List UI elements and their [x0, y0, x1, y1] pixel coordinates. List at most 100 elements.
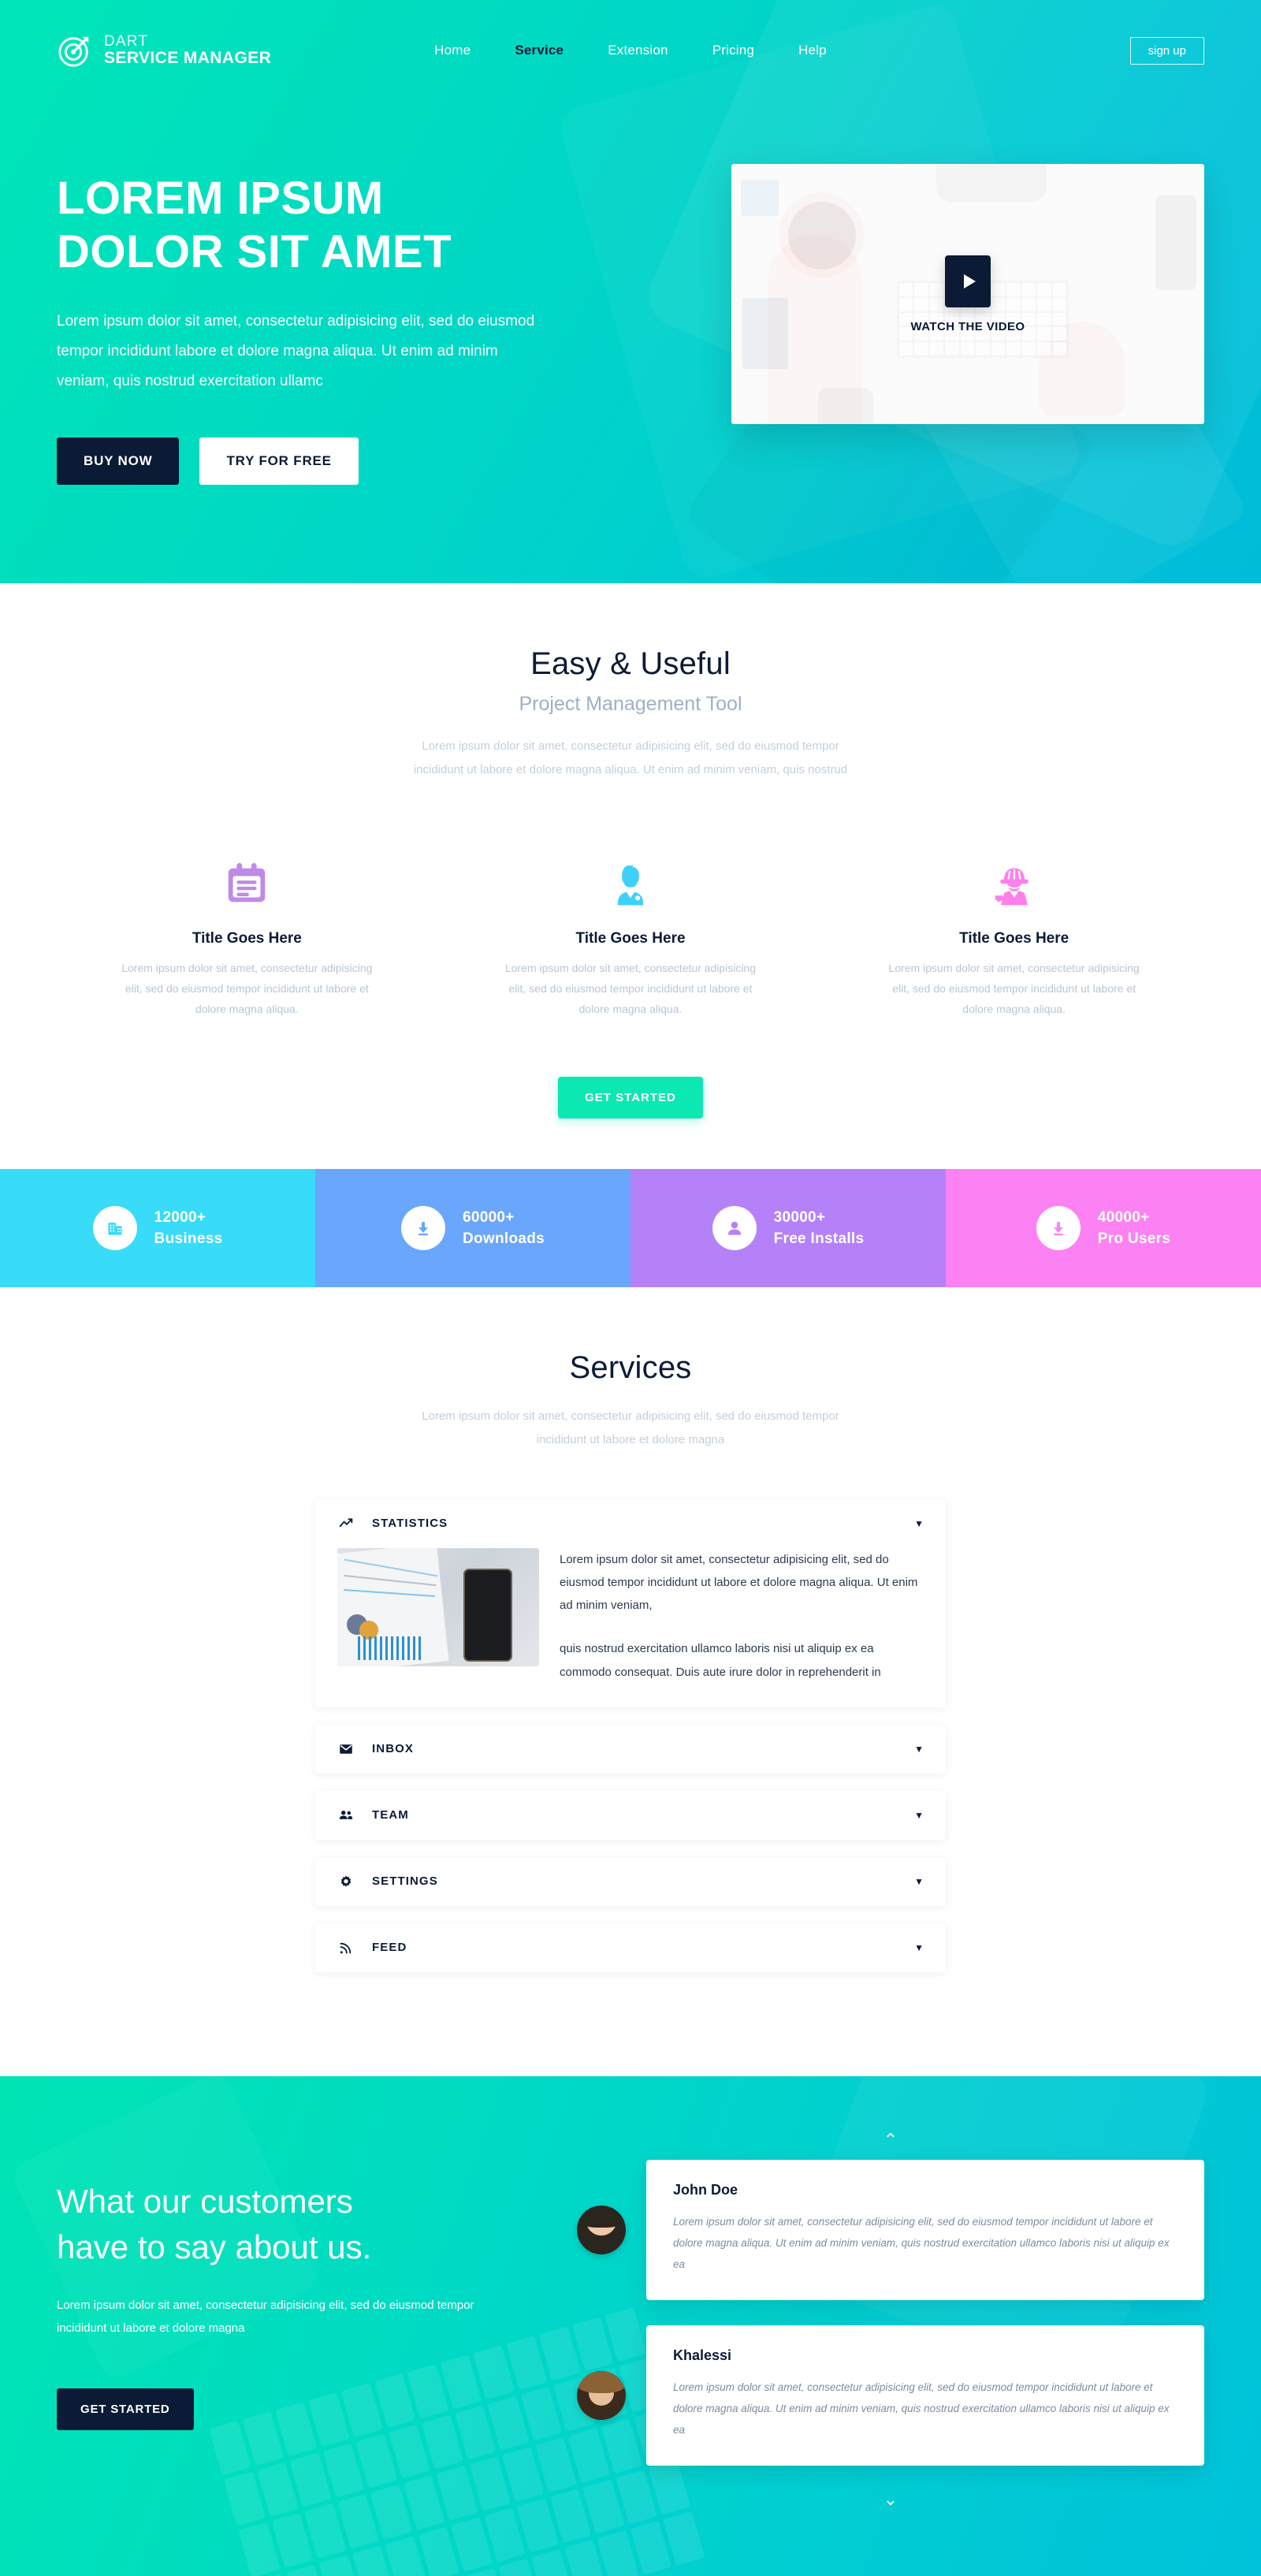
chevron-down-icon[interactable]: ▼	[914, 1744, 924, 1755]
video-preview-card[interactable]: WATCH THE VIDEO	[731, 164, 1204, 424]
accordion-item-team: TEAM ▼	[315, 1790, 946, 1840]
nav-item-service[interactable]: Service	[515, 43, 564, 58]
download-icon	[400, 1205, 445, 1250]
accordion-header-feed[interactable]: FEED ▼	[315, 1923, 946, 1972]
accordion-title: FEED	[372, 1941, 407, 1955]
feature-card: Title Goes Here Lorem ipsum dolor sit am…	[822, 848, 1206, 1020]
testimonial-card: Khalessi Lorem ipsum dolor sit amet, con…	[646, 2325, 1204, 2466]
stat-number: 30000+	[773, 1209, 826, 1227]
envelope-icon	[337, 1742, 355, 1756]
testimonial-name: Khalessi	[673, 2347, 732, 2363]
feature-text: Lorem ipsum dolor sit amet, consectetur …	[504, 962, 757, 1015]
building-icon	[92, 1205, 137, 1250]
feature-title: Title Goes Here	[575, 930, 686, 947]
accordion-item-feed: FEED ▼	[315, 1923, 946, 1972]
hero-title-line1: LOREM IPSUM	[57, 173, 384, 224]
trending-up-icon	[337, 1517, 355, 1531]
testimonial-quote: Lorem ipsum dolor sit amet, consectetur …	[673, 2381, 1170, 2436]
testimonials-get-started-button[interactable]: GET STARTED	[57, 2388, 194, 2431]
feature-text: Lorem ipsum dolor sit amet, consectetur …	[888, 962, 1140, 1015]
accordion-title: STATISTICS	[372, 1517, 448, 1531]
person-avatar-icon	[453, 848, 809, 908]
brand-name-bottom: SERVICE MANAGER	[104, 48, 272, 67]
hero-copy: LOREM IPSUM DOLOR SIT AMET Lorem ipsum d…	[57, 148, 593, 485]
services-section: Services Lorem ipsum dolor sit amet, con…	[0, 1286, 1261, 2076]
stat-label: Downloads	[462, 1230, 545, 1247]
stat-free-installs: 30000+ Free Installs	[630, 1168, 946, 1287]
accordion-paragraph: quis nostrud exercitation ullamco labori…	[560, 1642, 881, 1679]
accordion-title: SETTINGS	[372, 1874, 438, 1889]
accordion-item-settings: SETTINGS ▼	[315, 1856, 946, 1906]
testimonials-title-line2: have to say about us.	[57, 2228, 372, 2265]
testimonials-copy: What our customers have to say about us.…	[57, 2131, 545, 2508]
sign-up-button[interactable]: sign up	[1129, 36, 1204, 65]
accordion-body-statistics: Lorem ipsum dolor sit amet, consectetur …	[315, 1547, 946, 1707]
features-description: Lorem ipsum dolor sit amet, consectetur …	[413, 739, 848, 776]
top-navigation-bar: DART SERVICE MANAGER Home Service Extens…	[0, 0, 1261, 101]
accordion-title: TEAM	[372, 1808, 409, 1822]
accordion-header-statistics[interactable]: STATISTICS ▼	[315, 1499, 946, 1548]
avatar-khalessi	[577, 2370, 626, 2420]
accordion-item-inbox: INBOX ▼	[315, 1724, 946, 1774]
stat-label: Free Installs	[773, 1230, 865, 1247]
testimonials-section: What our customers have to say about us.…	[0, 2075, 1261, 2576]
hero-actions: BUY NOW TRY FOR FREE	[57, 437, 593, 485]
testimonials-carousel: ⌃ John Doe Lorem ipsum dolor sit amet, c…	[577, 2131, 1204, 2508]
chevron-down-icon[interactable]: ▼	[914, 1518, 924, 1529]
accordion-header-team[interactable]: TEAM ▼	[315, 1791, 946, 1840]
stat-number: 12000+	[154, 1209, 206, 1227]
stat-number: 60000+	[462, 1209, 515, 1227]
feature-text: Lorem ipsum dolor sit amet, consectetur …	[121, 962, 373, 1015]
nav-item-extension[interactable]: Extension	[608, 43, 668, 58]
stat-pro-users: 40000+ Pro Users	[946, 1168, 1261, 1287]
gear-icon	[337, 1874, 355, 1889]
brand-name-top: DART	[104, 33, 149, 50]
chevron-down-icon[interactable]: ▼	[914, 1942, 924, 1953]
nav-item-help[interactable]: Help	[798, 43, 827, 58]
testimonials-title-line1: What our customers	[57, 2182, 353, 2220]
testimonial-card: John Doe Lorem ipsum dolor sit amet, con…	[646, 2159, 1204, 2300]
stat-label: Business	[154, 1230, 223, 1247]
try-for-free-button[interactable]: TRY FOR FREE	[199, 437, 359, 485]
carousel-next-arrow-icon[interactable]: ⌄	[577, 2490, 1204, 2508]
stat-number: 40000+	[1097, 1209, 1150, 1227]
testimonial-name: John Doe	[673, 2181, 738, 2198]
accordion-header-settings[interactable]: SETTINGS ▼	[315, 1857, 946, 1906]
nav-item-home[interactable]: Home	[434, 43, 471, 58]
nav-links: Home Service Extension Pricing Help	[434, 43, 827, 58]
avatar-john-doe	[577, 2205, 626, 2254]
testimonial-row: Khalessi Lorem ipsum dolor sit amet, con…	[577, 2325, 1204, 2466]
rss-feed-icon	[337, 1941, 355, 1955]
play-icon[interactable]	[945, 255, 991, 307]
feature-title: Title Goes Here	[192, 930, 302, 947]
services-accordion: STATISTICS ▼ Lorem ipsum dolor sit amet,…	[315, 1498, 946, 1972]
brand-logo[interactable]: DART SERVICE MANAGER	[57, 32, 271, 69]
features-title: Easy & Useful	[530, 646, 731, 681]
hero-title-line2: DOLOR SIT AMET	[57, 226, 452, 278]
testimonials-title: What our customers have to say about us.	[57, 2179, 545, 2270]
feature-card-row: Title Goes Here Lorem ipsum dolor sit am…	[0, 782, 1261, 1020]
target-dart-icon	[57, 32, 93, 69]
feature-card: Title Goes Here Lorem ipsum dolor sit am…	[439, 848, 823, 1020]
accordion-title: INBOX	[372, 1742, 415, 1756]
feature-title: Title Goes Here	[959, 930, 1069, 947]
statistics-thumbnail-image	[337, 1547, 539, 1666]
buy-now-button[interactable]: BUY NOW	[57, 437, 180, 485]
accordion-paragraph: Lorem ipsum dolor sit amet, consectetur …	[560, 1552, 918, 1613]
hero-title: LOREM IPSUM DOLOR SIT AMET	[57, 172, 593, 280]
accordion-item-statistics: STATISTICS ▼ Lorem ipsum dolor sit amet,…	[315, 1498, 946, 1707]
feature-card: Title Goes Here Lorem ipsum dolor sit am…	[55, 848, 439, 1020]
chevron-down-icon[interactable]: ▼	[914, 1876, 924, 1887]
watch-video-label: WATCH THE VIDEO	[910, 319, 1025, 333]
nav-item-pricing[interactable]: Pricing	[712, 43, 754, 58]
features-get-started-button[interactable]: GET STARTED	[558, 1076, 703, 1119]
features-subtitle: Project Management Tool	[519, 693, 742, 715]
chevron-down-icon[interactable]: ▼	[914, 1810, 924, 1821]
carousel-prev-arrow-icon[interactable]: ⌃	[577, 2131, 1204, 2149]
stat-business: 12000+ Business	[0, 1168, 315, 1287]
testimonial-row: John Doe Lorem ipsum dolor sit amet, con…	[577, 2159, 1204, 2300]
download-icon	[1036, 1205, 1081, 1250]
user-icon	[712, 1205, 757, 1250]
accordion-header-inbox[interactable]: INBOX ▼	[315, 1725, 946, 1774]
hero-section: DART SERVICE MANAGER Home Service Extens…	[0, 0, 1261, 583]
